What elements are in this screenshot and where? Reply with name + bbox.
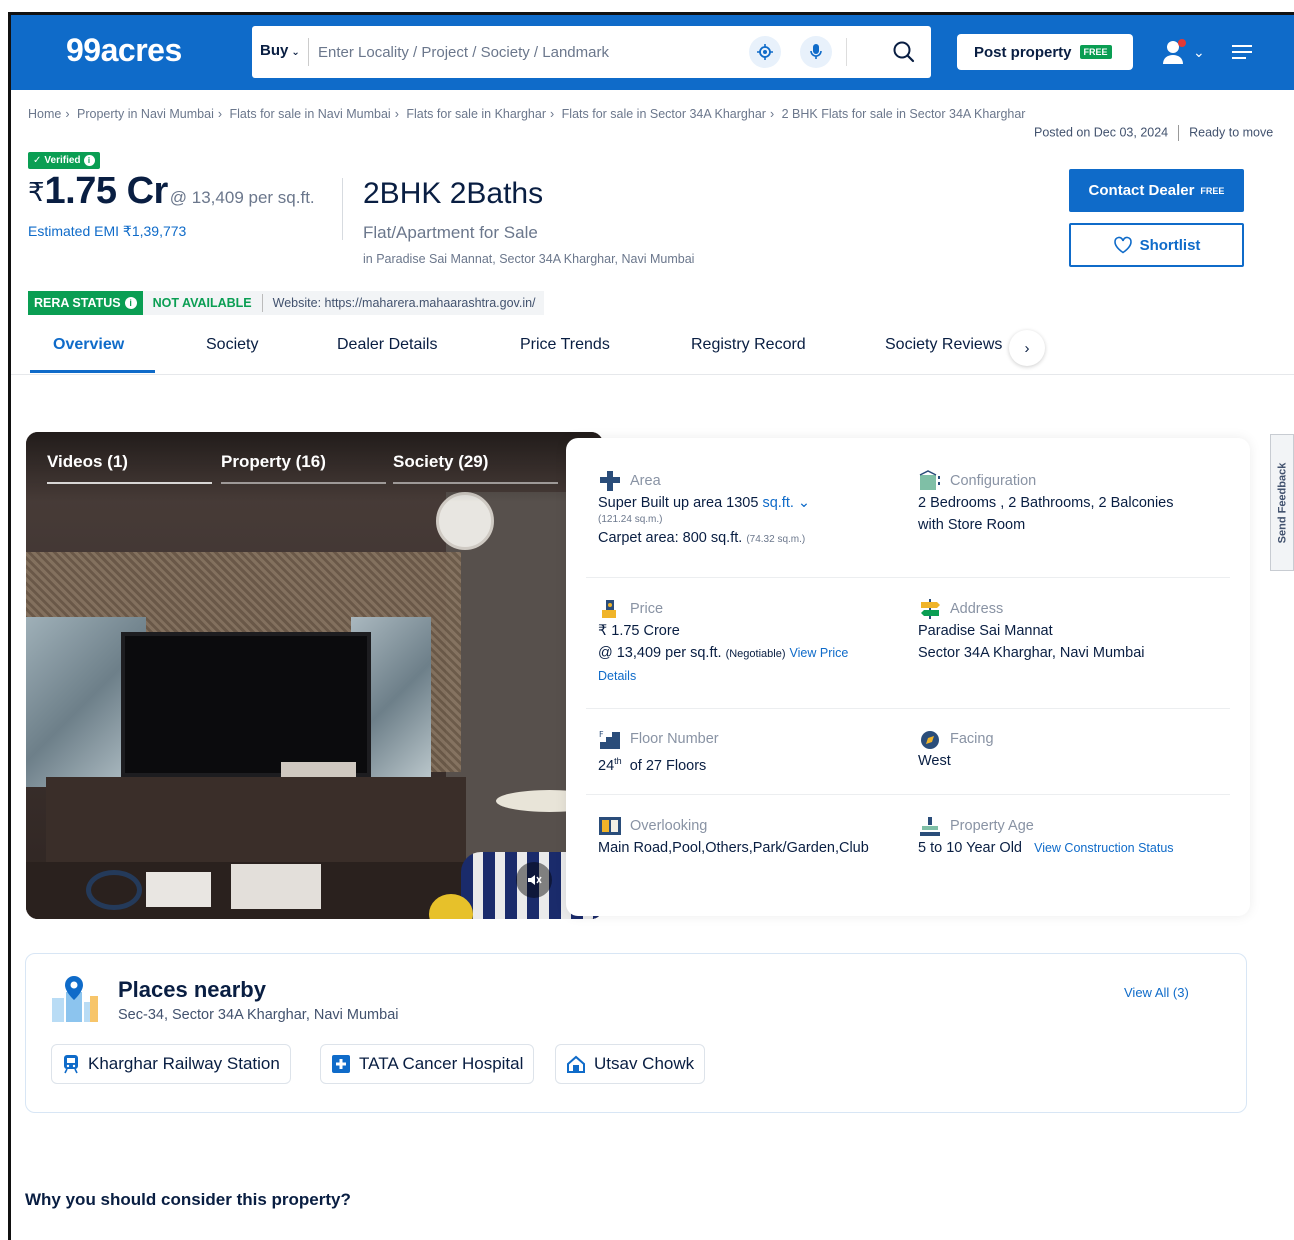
- train-icon: [64, 1055, 78, 1074]
- media-tab-property[interactable]: Property (16): [221, 452, 326, 472]
- post-property-button[interactable]: Post property FREE: [957, 34, 1133, 70]
- svg-text:F: F: [599, 730, 604, 739]
- city-location-icon: [50, 974, 100, 1024]
- possession-status: Ready to move: [1189, 125, 1274, 140]
- send-feedback-button[interactable]: Send Feedback: [1270, 434, 1294, 571]
- signpost-icon: [918, 598, 942, 620]
- breadcrumb-item[interactable]: Flats for sale in Navi Mumbai: [230, 107, 391, 121]
- info-icon[interactable]: i: [83, 155, 95, 166]
- gallery-photo: [121, 632, 371, 777]
- tabs-next-arrow-icon[interactable]: ›: [1009, 330, 1045, 366]
- search-icon[interactable]: [889, 37, 919, 67]
- info-icon[interactable]: i: [124, 297, 137, 309]
- price: ₹1.75 Cr @ 13,409 per sq.ft.: [28, 170, 315, 212]
- floor-icon: F: [598, 728, 622, 750]
- tab-registry-record[interactable]: Registry Record: [691, 336, 806, 354]
- tab-overview[interactable]: Overview: [53, 336, 124, 354]
- unit-dropdown[interactable]: sq.ft. ⌄: [762, 495, 810, 511]
- breadcrumb-item[interactable]: Flats for sale in Sector 34A Kharghar: [562, 107, 766, 121]
- price-icon: [598, 598, 622, 620]
- place-chip-railway-station[interactable]: Kharghar Railway Station: [51, 1044, 291, 1084]
- detail-property-age: Property Age 5 to 10 Year Old View Const…: [918, 815, 1174, 859]
- top-header: 99acres Buy⌄ Post property FREE ⌄: [11, 15, 1294, 90]
- chevron-down-icon: ⌄: [1193, 43, 1205, 60]
- tab-society-reviews[interactable]: Society Reviews: [885, 336, 1002, 354]
- view-price-details-link[interactable]: View Price: [790, 646, 849, 660]
- active-tab-indicator: [30, 370, 155, 373]
- breadcrumb-item[interactable]: Home: [28, 107, 61, 121]
- building-age-icon: [918, 815, 942, 837]
- places-nearby-subtitle: Sec-34, Sector 34A Kharghar, Navi Mumbai: [118, 1007, 399, 1023]
- view-all-places-link[interactable]: View All (3): [1124, 985, 1189, 1000]
- breadcrumb-item[interactable]: Property in Navi Mumbai: [77, 107, 214, 121]
- area-icon: [598, 470, 622, 492]
- search-input[interactable]: [318, 37, 738, 67]
- configuration-icon: [918, 470, 942, 492]
- user-menu[interactable]: ⌄: [1161, 37, 1205, 67]
- view-construction-status-link[interactable]: View Construction Status: [1034, 841, 1173, 855]
- search-bar: Buy ⌄: [252, 26, 931, 78]
- detail-address: Address Paradise Sai Mannat Sector 34A K…: [918, 598, 1144, 664]
- media-gallery[interactable]: Videos (1) Property (16) Society (29): [26, 432, 603, 919]
- posted-info: Posted on Dec 03, 2024 Ready to move: [1034, 125, 1273, 141]
- property-title: 2BHK 2Baths: [363, 177, 544, 210]
- posted-date: Posted on Dec 03, 2024: [1034, 125, 1169, 140]
- tab-price-trends[interactable]: Price Trends: [520, 336, 610, 354]
- places-nearby-section: Places nearby Sec-34, Sector 34A Khargha…: [25, 953, 1247, 1113]
- rera-value: NOT AVAILABLE: [152, 296, 252, 310]
- locate-me-icon[interactable]: [749, 36, 781, 68]
- hamburger-menu-icon[interactable]: [1230, 43, 1254, 61]
- buy-dropdown[interactable]: Buy ⌄: [260, 42, 300, 59]
- breadcrumb: Home › Property in Navi Mumbai › Flats for…: [28, 107, 1026, 121]
- home-icon: [567, 1055, 585, 1073]
- shortlist-button[interactable]: Shortlist: [1069, 223, 1244, 267]
- rera-website: Website: https://maharera.mahaarashtra.g…: [272, 296, 536, 310]
- places-nearby-title: Places nearby: [118, 977, 266, 1002]
- property-location: in Paradise Sai Mannat, Sector 34A Kharg…: [363, 252, 695, 266]
- why-consider-heading: Why you should consider this property?: [25, 1190, 351, 1209]
- contact-dealer-button[interactable]: Contact Dealer FREE: [1069, 169, 1244, 212]
- hospital-icon: [332, 1055, 350, 1073]
- window-icon: [598, 815, 622, 837]
- rera-status-tag: RERA STATUS i: [28, 291, 143, 315]
- heart-icon: [1113, 236, 1132, 254]
- detail-area: Area Super Built up area 1305 sq.ft. ⌄ (…: [598, 470, 810, 551]
- compass-icon: [918, 728, 942, 750]
- logo[interactable]: 99acres: [66, 32, 182, 69]
- detail-price: Price ₹ 1.75 Crore @ 13,409 per sq.ft. (…: [598, 598, 848, 687]
- mute-icon[interactable]: [516, 862, 552, 898]
- free-badge: FREE: [1079, 45, 1112, 59]
- estimated-emi-link[interactable]: Estimated EMI ₹1,39,773: [28, 223, 186, 240]
- rera-strip: RERA STATUS i NOT AVAILABLE Website: http…: [28, 291, 544, 315]
- place-chip-chowk[interactable]: Utsav Chowk: [555, 1044, 706, 1084]
- breadcrumb-item: 2 BHK Flats for sale in Sector 34A Kharg…: [781, 107, 1026, 121]
- verified-badge: ✓ Verified i: [28, 152, 100, 169]
- detail-overlooking: Overlooking Main Road,Pool,Others,Park/G…: [598, 815, 869, 859]
- tab-society[interactable]: Society: [206, 336, 258, 354]
- user-icon: [1163, 39, 1186, 64]
- media-tab-society[interactable]: Society (29): [393, 452, 488, 472]
- chevron-down-icon: ⌄: [291, 47, 300, 58]
- place-chip-hospital[interactable]: TATA Cancer Hospital: [320, 1044, 535, 1084]
- microphone-icon[interactable]: [800, 36, 832, 68]
- detail-facing: Facing West: [918, 728, 994, 772]
- property-type: Flat/Apartment for Sale: [363, 223, 538, 242]
- tab-dealer-details[interactable]: Dealer Details: [337, 336, 437, 354]
- detail-configuration: Configuration 2 Bedrooms , 2 Bathrooms, …: [918, 470, 1174, 536]
- price-per-sqft: @ 13,409 per sq.ft.: [169, 188, 315, 207]
- view-price-details-link-cont[interactable]: Details: [598, 665, 848, 687]
- media-tab-videos[interactable]: Videos (1): [47, 452, 128, 472]
- breadcrumb-item[interactable]: Flats for sale in Kharghar: [406, 107, 546, 121]
- detail-floor: F Floor Number 24th of 27 Floors: [598, 728, 719, 774]
